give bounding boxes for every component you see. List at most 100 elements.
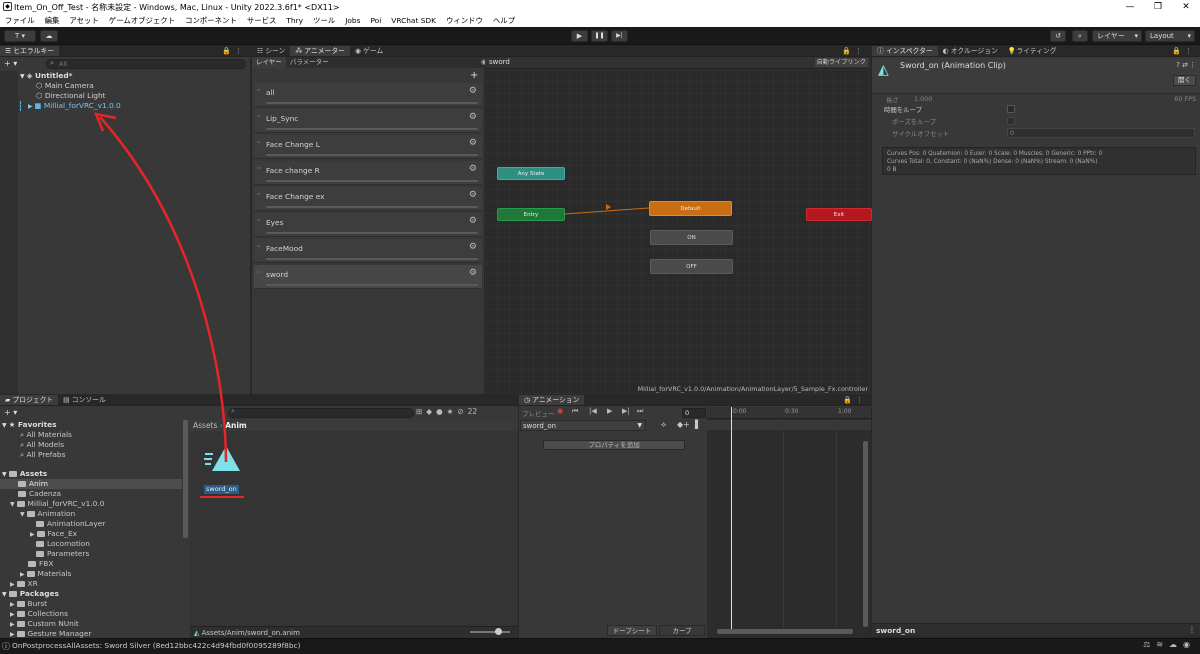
panel-menu-icon[interactable]: 🔒⋮ <box>843 395 871 405</box>
state-exit[interactable]: Exit <box>806 208 872 221</box>
menu-file[interactable]: ファイル <box>0 15 40 26</box>
drag-handle-icon[interactable]: ═ <box>257 139 263 146</box>
layer-item-face-change-l[interactable]: ═ Face Change L ⚙ <box>254 135 482 159</box>
menu-vrchat-sdk[interactable]: VRChat SDK <box>386 16 441 25</box>
state-on[interactable]: ON <box>650 230 733 245</box>
cloud-icon[interactable]: ☁ <box>1169 640 1183 649</box>
tree-anim[interactable]: Anim <box>0 479 182 489</box>
tree-xr[interactable]: ▶ XR <box>10 579 38 589</box>
tab-scene[interactable]: ☷ シーン <box>252 46 290 56</box>
menu-services[interactable]: サービス <box>242 15 282 26</box>
layer-weight-bar[interactable] <box>266 154 478 156</box>
drag-handle-icon[interactable]: ═ <box>257 113 263 120</box>
panel-menu-icon[interactable]: 🔒⋮ <box>222 46 250 56</box>
tree-animation[interactable]: ▼ Animation <box>20 509 75 519</box>
gear-icon[interactable]: ⚙ <box>469 216 477 226</box>
menu-help[interactable]: ヘルプ <box>488 15 520 26</box>
gear-icon[interactable]: ⚙ <box>469 190 477 200</box>
tree-fbx[interactable]: FBX <box>28 559 53 569</box>
clip-dropdown[interactable]: sword_on ▼ <box>520 420 646 431</box>
breadcrumb-assets[interactable]: Assets <box>193 421 217 430</box>
help-icon[interactable]: ? <box>1176 61 1180 69</box>
tree-collections[interactable]: ▶ Collections <box>10 609 68 619</box>
project-add-button[interactable]: + ▾ <box>4 408 17 417</box>
menu-gameobject[interactable]: ゲームオブジェクト <box>104 15 180 26</box>
tab-hierarchy[interactable]: ☰ ヒエラルキー <box>0 46 60 56</box>
timeline-hscroll[interactable] <box>717 629 853 634</box>
panel-menu-icon[interactable]: 🔒⋮ <box>842 46 870 56</box>
tab-layers[interactable]: レイヤー <box>252 57 286 68</box>
menu-tools[interactable]: ツール <box>308 15 340 26</box>
gear-icon[interactable]: ⚙ <box>469 112 477 122</box>
event-marker-button[interactable]: ▌ <box>695 420 701 429</box>
gear-icon[interactable]: ⚙ <box>469 164 477 174</box>
curves-tab[interactable]: カーブ <box>659 625 705 636</box>
tree-all-prefabs[interactable]: ⌕ All Prefabs <box>20 450 65 460</box>
record-button[interactable]: ◉ <box>557 407 563 415</box>
layer-weight-bar[interactable] <box>266 180 478 182</box>
layer-item-facemood[interactable]: ═ FaceMood ⚙ <box>254 239 482 263</box>
layer-item-lip-sync[interactable]: ═ Lip_Sync ⚙ <box>254 109 482 133</box>
maximize-button[interactable]: ❐ <box>1144 0 1172 14</box>
hierarchy-row-directional-light[interactable]: ⬡ Directional Light <box>36 91 106 101</box>
first-key-button[interactable]: ⏮ <box>572 407 578 416</box>
animator-graph[interactable]: sword 自動ライブリンク Any State Entry Default E… <box>485 57 872 394</box>
add-keyframe-button[interactable]: ⟡ <box>661 420 666 430</box>
playhead[interactable] <box>731 407 732 629</box>
loop-time-checkbox[interactable] <box>1007 105 1015 113</box>
tab-console[interactable]: ▤ コンソール <box>58 395 111 405</box>
tree-animationlayer[interactable]: AnimationLayer <box>36 519 105 529</box>
loop-pose-checkbox[interactable] <box>1007 117 1015 125</box>
tree-scrollbar[interactable] <box>183 420 188 538</box>
state-entry[interactable]: Entry <box>497 208 565 221</box>
more-icon[interactable]: ⋮ <box>1189 61 1196 69</box>
hidden-packages-icon[interactable]: ⊘ <box>457 407 467 416</box>
frame-input[interactable] <box>682 408 706 418</box>
tab-game[interactable]: ◉ ゲーム <box>350 46 388 56</box>
tree-custom-nunit[interactable]: ▶ Custom NUnit <box>10 619 79 629</box>
icon-size-slider-thumb[interactable] <box>495 628 502 635</box>
tab-animation[interactable]: ◷ アニメーション <box>519 395 585 405</box>
add-layer-button[interactable]: + <box>470 70 478 81</box>
prev-key-button[interactable]: |◀ <box>589 407 597 415</box>
layout-dropdown[interactable]: Layout ▾ <box>1145 30 1195 42</box>
search-icon[interactable]: ⌕ <box>1072 30 1088 42</box>
tree-packages[interactable]: ▼ Packages <box>2 589 59 599</box>
layer-item-all[interactable]: ═ all ⚙ <box>254 83 482 107</box>
tree-gesture-manager[interactable]: ▶ Gesture Manager <box>10 629 91 638</box>
tab-parameters[interactable]: パラメーター <box>286 57 333 68</box>
layer-item-face-change-ex[interactable]: ═ Face Change ex ⚙ <box>254 187 482 211</box>
tree-favorites[interactable]: ▼ ★ Favorites <box>2 420 57 430</box>
tree-burst[interactable]: ▶ Burst <box>10 599 47 609</box>
tree-millial[interactable]: ▼ Millial_forVRC_v1.0.0 <box>10 499 104 509</box>
gear-icon[interactable]: ⚙ <box>469 268 477 278</box>
next-key-button[interactable]: ▶| <box>622 407 630 415</box>
cache-server-icon[interactable]: ⚖ <box>1143 640 1156 649</box>
tree-assets[interactable]: ▼ Assets <box>2 469 47 479</box>
dopesheet-tab[interactable]: ドープシート <box>607 625 657 636</box>
layer-weight-bar[interactable] <box>266 128 478 130</box>
drag-handle-icon[interactable]: ═ <box>257 217 263 224</box>
hierarchy-row-main-camera[interactable]: ⬡ Main Camera <box>36 81 94 91</box>
icon-size-slider[interactable] <box>470 631 510 633</box>
account-button[interactable]: T ▾ <box>4 30 36 42</box>
hierarchy-row-millial[interactable]: ▶ ■ Millial_forVRC_v1.0.0› <box>28 101 260 111</box>
menu-component[interactable]: コンポーネント <box>180 15 242 26</box>
tab-lighting[interactable]: 💡ライティング <box>1003 46 1062 56</box>
tab-project[interactable]: ▰ プロジェクト <box>0 395 59 405</box>
project-search-input[interactable] <box>228 408 414 418</box>
state-any-state[interactable]: Any State <box>497 167 565 180</box>
more-icon[interactable]: ⋮ <box>1188 625 1196 634</box>
drag-handle-icon[interactable]: ═ <box>257 269 263 276</box>
cycle-offset-field[interactable]: 0 <box>1007 128 1195 138</box>
cloud-icon[interactable]: ☁ <box>40 30 58 42</box>
timeline-area[interactable]: 0:00 0:30 1:00 <box>707 407 871 638</box>
close-button[interactable]: ✕ <box>1172 0 1200 14</box>
gear-icon[interactable]: ⚙ <box>469 242 477 252</box>
layer-weight-bar[interactable] <box>266 232 478 234</box>
tab-animator[interactable]: ⁂ アニメーター <box>290 46 350 56</box>
status-message[interactable]: OnPostprocessAllAssets: Sword Silver (8e… <box>12 641 301 650</box>
menu-assets[interactable]: アセット <box>64 15 103 26</box>
play-button[interactable]: ▶ <box>607 407 612 415</box>
asset-item-sword-on[interactable]: sword_on <box>198 444 248 500</box>
